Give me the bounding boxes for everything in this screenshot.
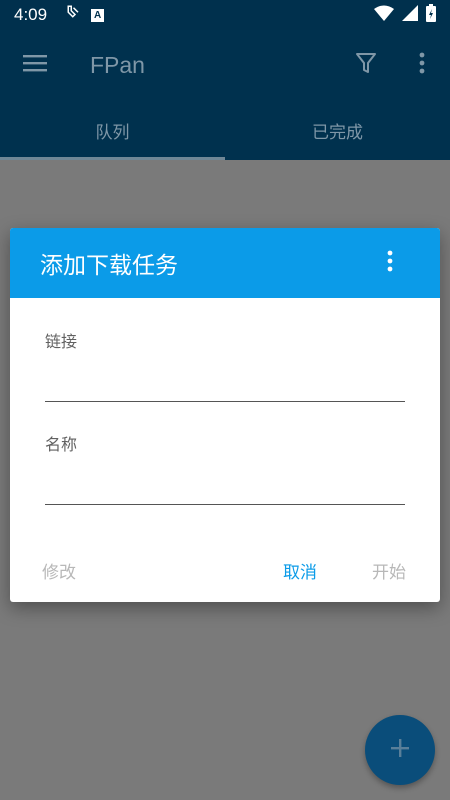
wifi-icon bbox=[374, 5, 394, 25]
app-bar: FPan bbox=[0, 30, 450, 100]
accessibility-badge-icon: A bbox=[91, 8, 105, 22]
dialog-more-button[interactable] bbox=[370, 228, 410, 298]
hamburger-menu-icon bbox=[22, 53, 48, 77]
start-button[interactable]: 开始 bbox=[372, 558, 406, 583]
more-vert-icon bbox=[387, 250, 393, 276]
dialog-actions: 修改 取消 开始 bbox=[10, 558, 440, 583]
app-bar-actions bbox=[338, 30, 450, 100]
status-system-icons bbox=[374, 4, 436, 26]
name-input[interactable] bbox=[45, 481, 405, 505]
tab-bar: 队列 已完成 bbox=[0, 100, 450, 160]
plus-icon bbox=[389, 737, 411, 763]
filter-icon bbox=[355, 52, 377, 78]
name-label: 名称 bbox=[45, 435, 78, 454]
status-notifications: A bbox=[63, 4, 105, 26]
dialog-title: 添加下载任务 bbox=[40, 253, 178, 279]
link-input[interactable] bbox=[45, 378, 405, 402]
add-task-fab[interactable] bbox=[365, 715, 435, 785]
name-field: 名称 bbox=[45, 431, 405, 505]
tab-completed[interactable]: 已完成 bbox=[225, 100, 450, 160]
cancel-button[interactable]: 取消 bbox=[283, 558, 317, 583]
status-time: 4:09 bbox=[14, 5, 48, 24]
tab-queue[interactable]: 队列 bbox=[0, 100, 225, 160]
overflow-menu-button[interactable] bbox=[394, 30, 450, 100]
battery-charging-icon bbox=[426, 4, 436, 26]
add-download-dialog: 添加下载任务 链接 名称 修改 取消 开始 bbox=[10, 228, 440, 602]
download-notification-icon bbox=[63, 4, 81, 26]
menu-button[interactable] bbox=[0, 30, 70, 100]
modify-button[interactable]: 修改 bbox=[42, 558, 76, 583]
link-field: 链接 bbox=[45, 328, 405, 402]
link-label: 链接 bbox=[45, 332, 78, 351]
cell-signal-icon bbox=[402, 5, 418, 25]
filter-button[interactable] bbox=[338, 30, 394, 100]
status-bar: 4:09 A bbox=[0, 0, 450, 30]
more-vert-icon bbox=[419, 52, 425, 78]
app-title: FPan bbox=[90, 51, 145, 78]
dialog-header: 添加下载任务 bbox=[10, 228, 440, 298]
